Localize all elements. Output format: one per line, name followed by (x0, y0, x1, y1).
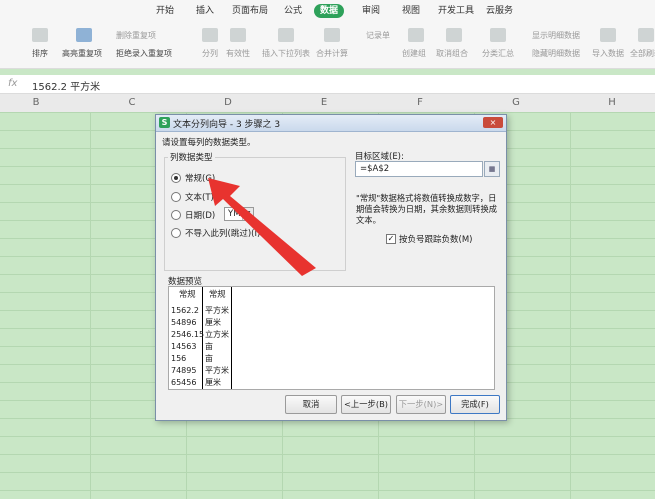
column-header-c[interactable]: C (122, 97, 142, 108)
target-area-input[interactable]: =$A$2 (355, 161, 483, 177)
preview-cell: 1562.2 (171, 306, 199, 315)
column-header-g[interactable]: G (506, 97, 526, 108)
preview-cell: 2546.15 (171, 330, 205, 339)
preview-header-2: 常规 (209, 289, 226, 299)
import-data-button[interactable]: 导入数据 (592, 48, 624, 59)
insert-dropdown-icon[interactable] (278, 28, 294, 42)
group-button[interactable]: 创建组 (402, 48, 426, 59)
sort-icon[interactable] (32, 28, 48, 42)
record-form-button[interactable]: 记录单 (366, 30, 390, 41)
cancel-button[interactable]: 取消 (285, 395, 337, 414)
highlight-duplicates-icon[interactable] (76, 28, 92, 42)
refresh-all-icon[interactable] (638, 28, 654, 42)
back-button[interactable]: <上一步(B) (341, 395, 391, 414)
fx-icon[interactable]: fx (8, 78, 17, 89)
range-picker-icon[interactable]: ▦ (484, 161, 500, 177)
finish-button[interactable]: 完成(F) (450, 395, 500, 414)
preview-cell: 厘米 (205, 378, 221, 387)
preview-cell: 14563 (171, 342, 197, 351)
negative-sign-label[interactable]: 按负号跟踪负数(M) (399, 233, 472, 245)
column-headers: B C D E F G H (0, 94, 655, 113)
next-button[interactable]: 下一步(N)> (396, 395, 446, 414)
data-preview[interactable]: 常规 常规 1562.2 平方米 54896 厘米 2546.15 立方米 14… (168, 286, 495, 390)
radio-text-label[interactable]: 文本(T) (185, 191, 214, 203)
insert-dropdown-button[interactable]: 插入下拉列表 (262, 48, 310, 59)
dialog-title: 文本分列向导 - 3 步骤之 3 (173, 120, 281, 130)
preview-cell: 亩 (205, 342, 213, 351)
preview-cell: 平方米 (205, 366, 229, 375)
date-format-select[interactable]: YMD ▼ (224, 207, 254, 221)
show-detail-button[interactable]: 显示明细数据 (532, 30, 580, 41)
tab-review[interactable]: 审阅 (356, 4, 386, 18)
target-area-value: =$A$2 (360, 164, 390, 174)
column-header-d[interactable]: D (218, 97, 238, 108)
preview-cell: 亩 (205, 354, 213, 363)
preview-header-1: 常规 (179, 289, 196, 299)
subtotal-icon[interactable] (490, 28, 506, 42)
subtotal-button[interactable]: 分类汇总 (482, 48, 514, 59)
column-header-b[interactable]: B (26, 97, 46, 108)
tab-insert[interactable]: 插入 (190, 4, 220, 18)
hide-detail-button[interactable]: 隐藏明细数据 (532, 48, 580, 59)
radio-general-label[interactable]: 常规(G) (185, 172, 215, 184)
dialog-prompt: 请设置每列的数据类型。 (162, 138, 256, 148)
ribbon-toolbar: 排序 高亮重复项 删除重复项 拒绝录入重复项 分列 有效性 插入下拉列表 合并计… (0, 22, 655, 69)
radio-general[interactable] (171, 173, 181, 183)
preview-cell: 立方米 (205, 330, 229, 339)
app-logo-icon: S (159, 117, 170, 128)
radio-date-label[interactable]: 日期(D) (185, 209, 215, 221)
tab-view[interactable]: 视图 (396, 4, 426, 18)
menu-bar: 开始 插入 页面布局 公式 数据 审阅 视图 开发工具 云服务 (0, 0, 655, 22)
sort-button[interactable]: 排序 (32, 48, 48, 59)
consolidate-button[interactable]: 合并计算 (316, 48, 348, 59)
formula-bar: fx 1562.2 平方米 (0, 75, 655, 94)
preview-cell: 54896 (171, 318, 197, 327)
column-header-f[interactable]: F (410, 97, 430, 108)
close-button[interactable]: × (483, 117, 503, 128)
validation-button[interactable]: 有效性 (226, 48, 250, 59)
dialog-titlebar[interactable]: S 文本分列向导 - 3 步骤之 3 × (156, 115, 506, 132)
tab-developer[interactable]: 开发工具 (432, 4, 480, 18)
formula-input[interactable]: 1562.2 平方米 (32, 78, 100, 93)
remove-duplicates-button[interactable]: 删除重复项 (116, 30, 156, 41)
refresh-all-button[interactable]: 全部刷新 (630, 48, 655, 59)
column-header-e[interactable]: E (314, 97, 334, 108)
radio-skip-label[interactable]: 不导入此列(跳过)(I) (185, 227, 260, 239)
tab-home[interactable]: 开始 (150, 4, 180, 18)
import-data-icon[interactable] (600, 28, 616, 42)
column-header-h[interactable]: H (602, 97, 622, 108)
ungroup-button[interactable]: 取消组合 (436, 48, 468, 59)
preview-column-divider (231, 287, 232, 389)
highlight-duplicates-button[interactable]: 高亮重复项 (62, 48, 102, 59)
consolidate-icon[interactable] (324, 28, 340, 42)
column-type-group-title: 列数据类型 (168, 151, 215, 163)
tab-data[interactable]: 数据 (314, 4, 345, 18)
tab-formulas[interactable]: 公式 (278, 4, 308, 18)
negative-sign-checkbox[interactable]: ✓ (386, 234, 396, 244)
preview-cell: 74895 (171, 366, 197, 375)
radio-text[interactable] (171, 192, 181, 202)
validation-icon[interactable] (230, 28, 246, 42)
ungroup-icon[interactable] (446, 28, 462, 42)
split-column-icon[interactable] (202, 28, 218, 42)
group-icon[interactable] (408, 28, 424, 42)
reject-duplicates-button[interactable]: 拒绝录入重复项 (116, 48, 172, 59)
preview-cell: 厘米 (205, 318, 221, 327)
tab-page-layout[interactable]: 页面布局 (226, 4, 274, 18)
preview-cell: 65456 (171, 378, 197, 387)
chevron-down-icon[interactable]: ▼ (242, 208, 253, 220)
preview-cell: 平方米 (205, 306, 229, 315)
split-column-button[interactable]: 分列 (202, 48, 218, 59)
radio-skip[interactable] (171, 228, 181, 238)
radio-date[interactable] (171, 210, 181, 220)
general-format-note: "常规"数据格式将数值转换成数字，日期值会转换为日期，其余数据则转换成文本。 (356, 193, 498, 225)
preview-cell: 156 (171, 354, 187, 363)
text-to-columns-dialog: S 文本分列向导 - 3 步骤之 3 × 请设置每列的数据类型。 列数据类型 常… (155, 114, 507, 421)
tab-cloud[interactable]: 云服务 (480, 4, 519, 18)
